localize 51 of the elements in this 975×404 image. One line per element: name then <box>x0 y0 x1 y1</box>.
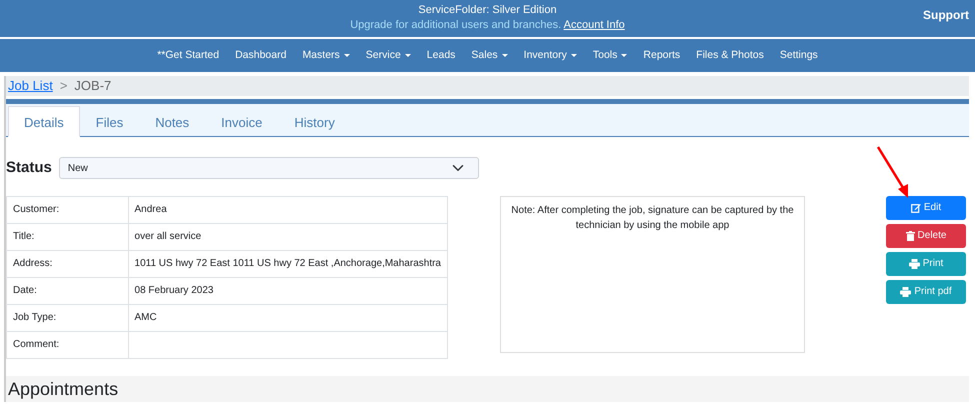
section-title: Appointments <box>8 378 118 398</box>
nav-link[interactable]: Leads <box>418 39 464 72</box>
tab[interactable]: Invoice <box>205 106 278 137</box>
printer-icon <box>908 258 920 268</box>
tab[interactable]: Details <box>8 106 80 137</box>
print-button[interactable]: Print <box>886 252 966 276</box>
note-text: Note: After completing the job, signature can be captured by the technician by using the mobile app <box>511 204 794 230</box>
value-cell: over all service <box>128 223 448 250</box>
print-button[interactable]: Print pdf <box>886 280 966 304</box>
nav-link[interactable]: Sales <box>463 39 516 72</box>
value-cell: 1011 US hwy 72 East 1011 US hwy 72 East ,Anchorage,Maharashtra <box>128 250 448 277</box>
nav-link[interactable]: Inventory <box>516 39 585 72</box>
caret-icon <box>502 54 508 57</box>
nav-link[interactable]: Masters <box>294 39 358 72</box>
label-cell: Title: <box>6 223 128 250</box>
caret-icon <box>344 54 350 57</box>
support-link[interactable]: Support <box>923 8 969 23</box>
label-cell: Date: <box>6 277 128 304</box>
breadcrumb-current: JOB-7 <box>74 78 112 93</box>
account-info-link[interactable]: Account Info <box>564 19 625 31</box>
label-cell: Job Type: <box>6 304 128 331</box>
edit-icon <box>910 202 921 212</box>
label-cell: Comment: <box>6 331 128 358</box>
caret-icon <box>570 54 577 57</box>
tab[interactable]: Notes <box>139 106 206 137</box>
nav-link[interactable]: Tools <box>584 39 636 72</box>
caret-icon <box>621 54 628 57</box>
status-label: Status <box>6 158 52 178</box>
nav-link[interactable]: Settings <box>772 39 826 72</box>
breadcrumb-link[interactable]: Job List <box>8 78 53 93</box>
tab[interactable]: Files <box>80 106 140 137</box>
value-cell: Andrea <box>128 196 448 223</box>
value-cell: 08 February 2023 <box>128 277 448 304</box>
value-cell: AMC <box>128 304 448 331</box>
nav-link[interactable]: Reports <box>635 39 688 72</box>
nav-link[interactable]: Dashboard <box>227 39 294 72</box>
breadcrumb-separator: > <box>60 78 68 93</box>
tab[interactable]: History <box>278 106 351 137</box>
delete-button[interactable]: Delete <box>886 224 966 248</box>
edit-button[interactable]: Edit <box>886 196 966 220</box>
label-cell: Customer: <box>6 196 128 223</box>
nav-link[interactable]: Files & Photos <box>688 39 772 72</box>
nav-link[interactable]: **Get Started <box>149 39 228 72</box>
label-cell: Address: <box>6 250 128 277</box>
nav-link[interactable]: Service <box>358 39 419 72</box>
printer-icon <box>900 286 912 296</box>
caret-icon <box>404 54 411 57</box>
trash-icon <box>906 230 915 240</box>
status-dropdown[interactable]: New <box>58 157 479 180</box>
app-title: ServiceFolder: Silver Edition <box>418 4 557 16</box>
upgrade-message: Upgrade for additional users and branches. <box>350 19 562 31</box>
